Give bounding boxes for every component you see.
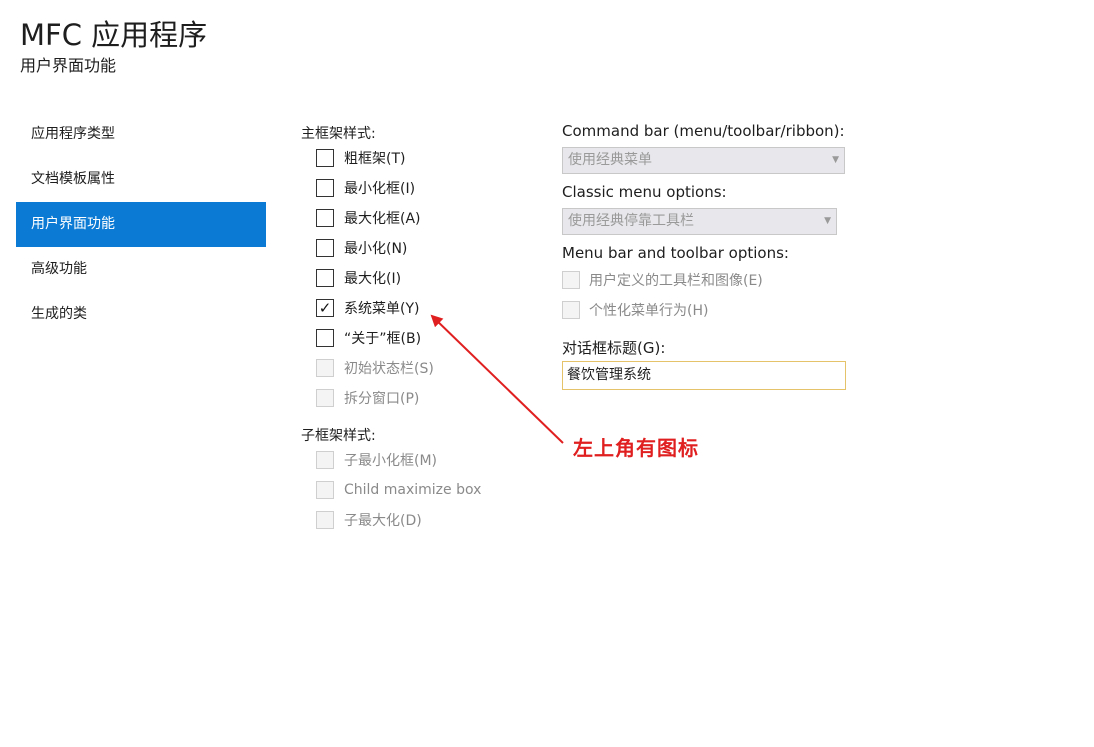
annotation-arrow (430, 314, 564, 444)
annotation-arrow-line (430, 314, 564, 444)
annotation-text: 左上角有图标 (573, 436, 699, 460)
